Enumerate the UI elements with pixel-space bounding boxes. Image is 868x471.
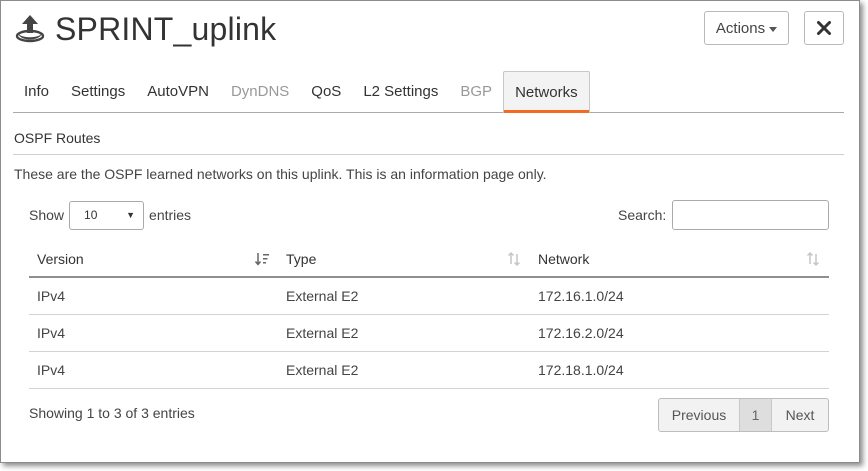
tab-label: DynDNS <box>230 83 290 100</box>
page-title: SPRINT_uplink <box>55 10 277 47</box>
sort-both-icon <box>805 251 821 270</box>
uplink-dialog: SPRINT_uplink Actions Info Settings Auto… <box>0 0 860 463</box>
cell-type: External E2 <box>286 288 359 304</box>
column-label: Type <box>286 250 317 267</box>
tab-label: BGP <box>460 83 493 100</box>
tab-settings[interactable]: Settings <box>60 71 136 112</box>
section-divider <box>13 154 844 155</box>
previous-page-button[interactable]: Previous <box>659 399 740 431</box>
tab-info[interactable]: Info <box>13 71 60 112</box>
column-header-type[interactable]: Type <box>278 241 530 276</box>
cell-version: IPv4 <box>37 362 66 378</box>
actions-button[interactable]: Actions <box>704 11 789 45</box>
cell-type: External E2 <box>286 362 359 378</box>
tab-dyndns[interactable]: DynDNS <box>220 71 300 112</box>
column-label: Version <box>37 250 84 267</box>
table-row: IPv4 External E2 172.18.1.0/24 <box>29 352 829 389</box>
tab-label: AutoVPN <box>147 83 209 100</box>
page-size-control: Show 10 ▼ entries <box>29 200 192 230</box>
actions-label: Actions <box>715 19 766 37</box>
sort-both-icon <box>506 251 522 270</box>
search-control: Search: <box>618 200 830 230</box>
table-row: IPv4 External E2 172.16.2.0/24 <box>29 315 829 352</box>
tab-label: QoS <box>311 83 342 100</box>
uplink-icon <box>13 12 47 46</box>
tab-autovpn[interactable]: AutoVPN <box>136 71 220 112</box>
ospf-routes-table: Version Type Network IPv4 External E2 17… <box>29 241 829 389</box>
tab-bgp[interactable]: BGP <box>449 71 503 112</box>
column-header-version[interactable]: Version <box>29 241 278 276</box>
section-title: OSPF Routes <box>14 130 101 146</box>
section-description: These are the OSPF learned networks on t… <box>14 166 547 182</box>
caret-down-icon <box>769 26 778 32</box>
close-button[interactable] <box>804 11 844 45</box>
table-header: Version Type Network <box>29 241 829 278</box>
dialog-header: SPRINT_uplink <box>13 7 276 51</box>
column-header-network[interactable]: Network <box>530 241 829 276</box>
tab-label: Networks <box>515 84 578 101</box>
sort-ascending-icon <box>254 251 270 270</box>
cell-network: 172.18.1.0/24 <box>538 362 624 378</box>
close-icon <box>817 21 831 35</box>
pagination: Previous 1 Next <box>658 398 829 432</box>
entries-label: entries <box>149 207 192 223</box>
next-page-button[interactable]: Next <box>772 399 828 431</box>
tab-label: Info <box>24 83 50 100</box>
search-label: Search: <box>618 207 667 223</box>
tab-label: Settings <box>71 83 126 100</box>
chevron-down-icon: ▼ <box>126 210 136 220</box>
cell-network: 172.16.2.0/24 <box>538 325 624 341</box>
tab-bar: Info Settings AutoVPN DynDNS QoS L2 Sett… <box>13 71 844 113</box>
table-info: Showing 1 to 3 of 3 entries <box>29 405 195 421</box>
column-label: Network <box>538 250 590 267</box>
page-size-value: 10 <box>84 208 98 222</box>
cell-version: IPv4 <box>37 325 66 341</box>
cell-type: External E2 <box>286 325 359 341</box>
table-row: IPv4 External E2 172.16.1.0/24 <box>29 278 829 315</box>
page-1-button[interactable]: 1 <box>740 399 772 431</box>
page-size-select[interactable]: 10 ▼ <box>69 200 145 230</box>
cell-version: IPv4 <box>37 288 66 304</box>
tab-networks[interactable]: Networks <box>503 71 590 113</box>
show-label: Show <box>29 207 65 223</box>
search-input[interactable] <box>672 200 830 230</box>
tab-l2-settings[interactable]: L2 Settings <box>352 71 449 112</box>
tab-label: L2 Settings <box>363 83 439 100</box>
tab-qos[interactable]: QoS <box>300 71 352 112</box>
cell-network: 172.16.1.0/24 <box>538 288 624 304</box>
